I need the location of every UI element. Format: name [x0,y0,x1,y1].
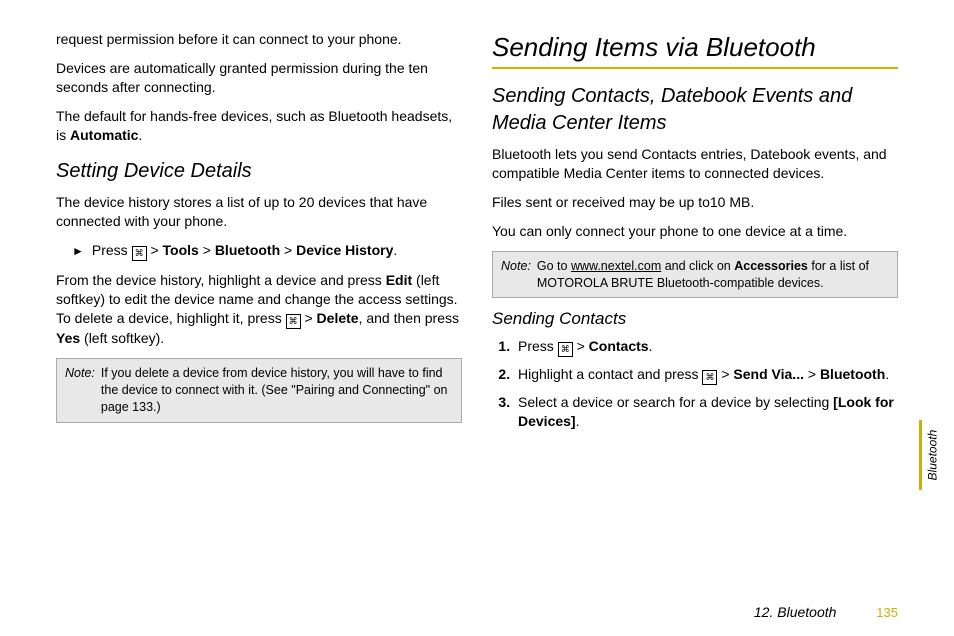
softkey-label: Yes [56,330,80,346]
note-label: Note: [501,258,531,292]
text-run: Select a device or search for a device b… [518,394,833,410]
menu-path: Bluetooth [215,242,280,258]
menu-key-icon [558,342,573,357]
text-run: Highlight a contact and press [518,366,702,382]
body-text: You can only connect your phone to one d… [492,222,898,241]
heading-sending-items: Sending Items via Bluetooth [492,30,898,65]
heading-underline [492,67,898,69]
text-run: . [138,127,142,143]
text-run: and click on [661,259,734,273]
menu-path: Bluetooth [820,366,885,382]
body-text: Files sent or received may be up to10 MB… [492,193,898,212]
text-run: Press [92,242,132,258]
chevron-icon: > [284,242,292,258]
menu-key-icon [132,246,147,261]
menu-path: Send Via... [733,366,804,382]
footer-section: 12. Bluetooth [754,604,837,620]
link-nextel[interactable]: www.nextel.com [571,259,661,273]
menu-path: Contacts [589,338,649,354]
chevron-icon: > [304,310,312,326]
chevron-icon: > [577,338,585,354]
side-tab: Bluetooth [919,420,942,490]
right-column: Sending Items via Bluetooth Sending Cont… [492,30,898,586]
heading-sending-contacts-events: Sending Contacts, Datebook Events and Me… [492,83,898,137]
note-box: Note: If you delete a device from device… [56,358,462,423]
page-content: request permission before it can connect… [0,0,954,636]
menu-path: Tools [163,242,199,258]
body-text: The default for hands-free devices, such… [56,107,462,145]
chevron-icon: > [203,242,211,258]
text-run: Press [518,338,558,354]
chevron-icon: > [808,366,816,382]
triangle-marker-icon: ► [72,243,84,261]
step-item: Highlight a contact and press > Send Via… [514,365,898,385]
instruction-text: Press > Tools > Bluetooth > Device Histo… [92,241,397,261]
text-run: (left softkey). [80,330,164,346]
body-text: The device history stores a list of up t… [56,193,462,231]
page-footer: 12. Bluetooth 135 [754,603,898,622]
step-item: Select a device or search for a device b… [514,393,898,431]
left-column: request permission before it can connect… [56,30,462,586]
note-body: If you delete a device from device histo… [101,365,453,416]
menu-path: Delete [317,310,359,326]
bold-term: Accessories [734,259,808,273]
note-label: Note: [65,365,95,416]
softkey-label: Edit [386,272,412,288]
text-run: From the device history, highlight a dev… [56,272,386,288]
menu-key-icon [702,370,717,385]
bold-term: Automatic [70,127,138,143]
heading-setting-device-details: Setting Device Details [56,158,462,185]
text-run: Go to [537,259,571,273]
footer-page-number: 135 [876,605,898,620]
chevron-icon: > [721,366,729,382]
note-box: Note: Go to www.nextel.com and click on … [492,251,898,299]
heading-sending-contacts: Sending Contacts [492,308,898,331]
steps-list: Press > Contacts. Highlight a contact an… [492,337,898,431]
menu-path: Device History [296,242,393,258]
step-item: Press > Contacts. [514,337,898,357]
chevron-icon: > [150,242,158,258]
body-text: Bluetooth lets you send Contacts entries… [492,145,898,183]
text-run: , and then press [359,310,459,326]
instruction-line: ► Press > Tools > Bluetooth > Device His… [72,241,462,261]
body-text: request permission before it can connect… [56,30,462,49]
menu-key-icon [286,314,301,329]
note-body: Go to www.nextel.com and click on Access… [537,258,889,292]
body-text: Devices are automatically granted permis… [56,59,462,97]
body-text: From the device history, highlight a dev… [56,271,462,348]
side-tab-label: Bluetooth [924,430,940,481]
